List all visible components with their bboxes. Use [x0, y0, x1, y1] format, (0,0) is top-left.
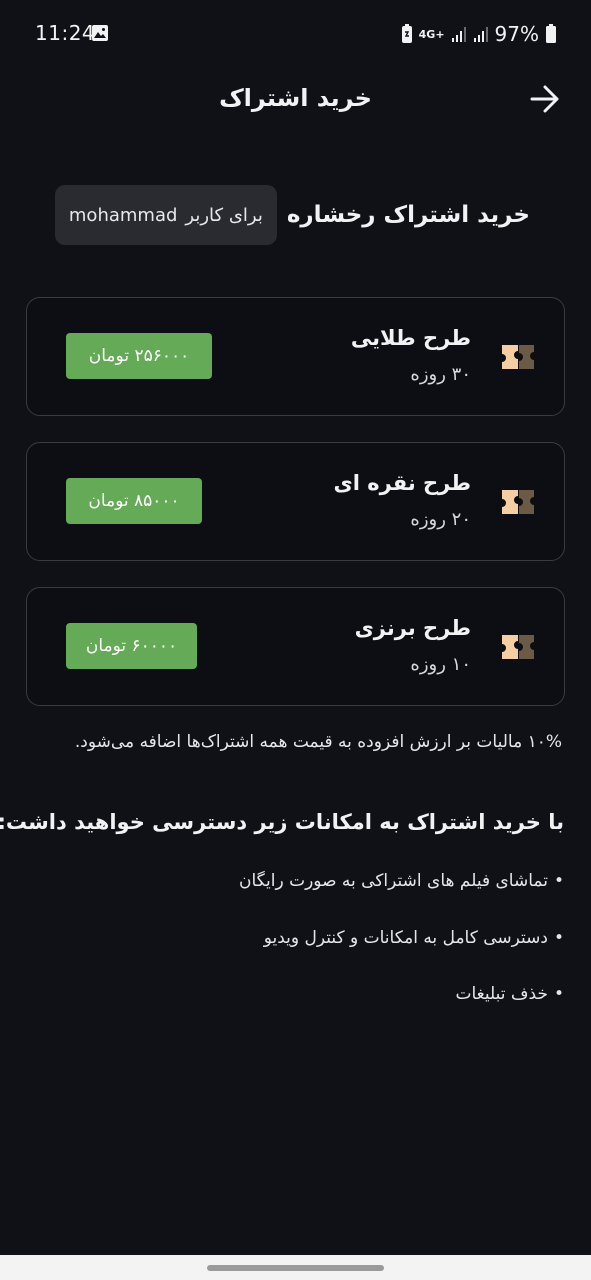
ticket-icon — [502, 635, 534, 659]
system-navigation-bar — [0, 1255, 591, 1280]
bullet-icon: • — [553, 928, 564, 948]
status-right-group: 4G+ 97% — [401, 22, 557, 46]
arrow-right-icon — [530, 85, 559, 113]
feature-item: •تماشای فیلم های اشتراکی به صورت رایگان — [24, 871, 564, 891]
home-gesture-handle[interactable] — [207, 1265, 384, 1271]
nfc-icon — [401, 24, 412, 43]
battery-icon — [546, 24, 556, 43]
subscription-screen: 11:24 4G+ 97% خرید اشتراک خرید اشتراک رخ… — [0, 0, 591, 1280]
feature-item: •خذف تبلیغات — [24, 984, 565, 1004]
ticket-icon — [502, 490, 534, 514]
plan-duration: ۳۰ روزه — [410, 364, 471, 385]
plan-duration: ۲۰ روزه — [410, 509, 471, 530]
page-title: خرید اشتراک — [219, 84, 372, 112]
back-button[interactable] — [529, 83, 561, 115]
plan-name: طرح نقره ای — [333, 471, 471, 495]
price-button-silver[interactable]: ۸۵۰۰۰ تومان — [66, 478, 202, 524]
plan-card-gold[interactable]: طرح طلایی ۳۰ روزه ۲۵۶۰۰۰ تومان — [26, 297, 565, 416]
network-type-label: 4G+ — [418, 27, 445, 41]
subscription-heading: خرید اشتراک رخشاره برای کاربر mohammad — [54, 185, 530, 245]
battery-percent: 97% — [494, 22, 539, 46]
status-bar: 11:24 4G+ 97% — [0, 0, 591, 68]
feature-text: تماشای فیلم های اشتراکی به صورت رایگان — [238, 871, 548, 891]
feature-item: •دسترسی کامل به امکانات و کنترل ویدیو — [24, 928, 564, 948]
plan-card-bronze[interactable]: طرح برنزی ۱۰ روزه ۶۰۰۰۰ تومان — [26, 587, 565, 706]
bullet-icon: • — [553, 984, 564, 1004]
ticket-icon — [502, 345, 534, 369]
tax-note: ۱۰% مالیات بر ارزش افزوده به قیمت همه اش… — [74, 732, 562, 752]
features-title: با خرید اشتراک به امکانات زیر دسترسی خوا… — [0, 810, 564, 834]
plan-card-silver[interactable]: طرح نقره ای ۲۰ روزه ۸۵۰۰۰ تومان — [26, 442, 565, 561]
username-label: mohammad — [68, 204, 178, 226]
plan-duration: ۱۰ روزه — [410, 654, 471, 675]
heading-text: خرید اشتراک رخشاره — [286, 202, 530, 228]
price-button-bronze[interactable]: ۶۰۰۰۰ تومان — [66, 623, 197, 669]
user-chip-prefix: برای کاربر — [185, 204, 263, 226]
price-button-gold[interactable]: ۲۵۶۰۰۰ تومان — [66, 333, 212, 379]
signal-icon — [451, 27, 466, 42]
plan-name: طرح طلایی — [350, 326, 471, 350]
image-icon — [92, 25, 108, 41]
bullet-icon: • — [553, 871, 564, 891]
feature-text: دسترسی کامل به امکانات و کنترل ویدیو — [263, 928, 548, 948]
plan-name: طرح برنزی — [354, 616, 471, 640]
user-chip: برای کاربر mohammad — [54, 185, 277, 245]
signal-icon-secondary — [473, 27, 488, 42]
status-time: 11:24 — [35, 21, 96, 45]
feature-text: خذف تبلیغات — [455, 984, 548, 1004]
